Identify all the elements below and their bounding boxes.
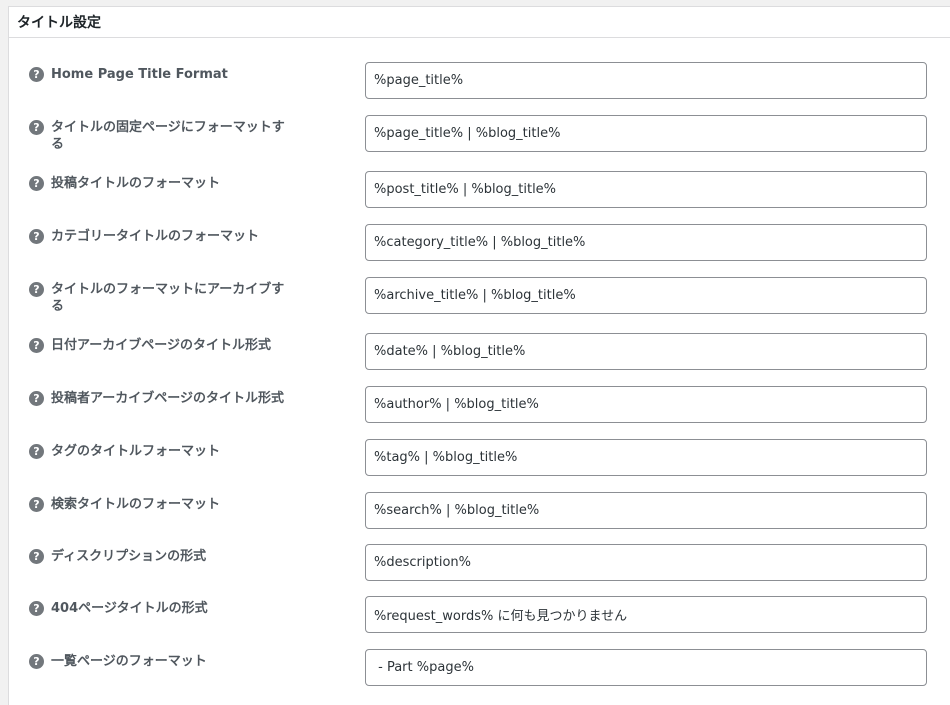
field-label: タイトルの固定ページにフォーマットする <box>51 120 285 152</box>
description-format-input[interactable] <box>365 544 927 581</box>
home-page-title-format-input[interactable] <box>365 62 927 99</box>
paged-format-input[interactable] <box>365 649 927 686</box>
field-label: ディスクリプションの形式 <box>51 549 207 564</box>
help-icon[interactable]: ? <box>29 338 44 353</box>
search-title-format-input[interactable] <box>365 492 927 529</box>
field-label: 一覧ページのフォーマット <box>51 654 207 669</box>
panel-title: タイトル設定 <box>17 15 101 31</box>
date-archive-title-format-input[interactable] <box>365 333 927 370</box>
404-title-format-input[interactable] <box>365 596 927 633</box>
page-title-format-input[interactable] <box>365 115 927 152</box>
field-label: カテゴリータイトルのフォーマット <box>51 229 260 244</box>
panel-header: タイトル設定 <box>9 7 950 38</box>
help-icon[interactable]: ? <box>29 497 44 512</box>
help-icon[interactable]: ? <box>29 120 44 135</box>
help-icon[interactable]: ? <box>29 444 44 459</box>
help-icon[interactable]: ? <box>29 391 44 406</box>
help-icon[interactable]: ? <box>29 654 44 669</box>
help-icon[interactable]: ? <box>29 282 44 297</box>
author-archive-title-format-input[interactable] <box>365 386 927 423</box>
help-icon[interactable]: ? <box>29 67 44 82</box>
field-label: 404ページタイトルの形式 <box>51 601 208 616</box>
help-icon[interactable]: ? <box>29 229 44 244</box>
help-icon[interactable]: ? <box>29 549 44 564</box>
field-label: 投稿者アーカイブページのタイトル形式 <box>51 391 284 406</box>
field-label: タグのタイトルフォーマット <box>51 444 221 459</box>
title-settings-panel: タイトル設定 ? Home Page Title Format ? タイトルの固… <box>8 6 950 705</box>
post-title-format-input[interactable] <box>365 171 927 208</box>
field-label: Home Page Title Format <box>51 67 228 82</box>
field-label: 日付アーカイブページのタイトル形式 <box>51 338 271 353</box>
help-icon[interactable]: ? <box>29 176 44 191</box>
help-icon[interactable]: ? <box>29 601 44 616</box>
field-label: 検索タイトルのフォーマット <box>51 497 221 512</box>
field-label: タイトルのフォーマットにアーカイブする <box>51 282 285 314</box>
field-label: 投稿タイトルのフォーマット <box>51 176 221 191</box>
archive-title-format-input[interactable] <box>365 277 927 314</box>
tag-title-format-input[interactable] <box>365 439 927 476</box>
category-title-format-input[interactable] <box>365 224 927 261</box>
